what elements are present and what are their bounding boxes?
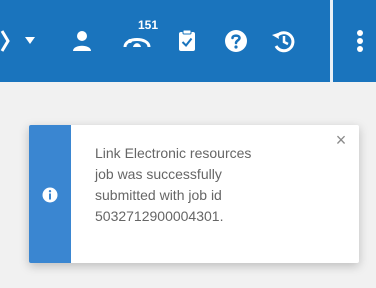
- toast-message-line: Link Electronic resources: [95, 145, 252, 161]
- clipboard-check-icon[interactable]: [172, 24, 202, 58]
- toast-accent-strip: [29, 125, 71, 263]
- help-icon[interactable]: [220, 24, 252, 58]
- toolbar-divider: [330, 0, 333, 82]
- notification-icon[interactable]: 151: [118, 16, 162, 58]
- chevron-right-icon[interactable]: [0, 24, 14, 58]
- notification-badge[interactable]: 151: [134, 16, 162, 34]
- toast-message-line: 5032712900004301.: [95, 208, 224, 224]
- toast-message: Link Electronic resources job was succes…: [95, 143, 320, 227]
- caret-down-icon[interactable]: [20, 24, 40, 58]
- more-vertical-icon[interactable]: [348, 24, 372, 58]
- info-icon: [42, 187, 58, 203]
- success-toast: Link Electronic resources job was succes…: [29, 125, 359, 263]
- toast-message-line: job was successfully: [95, 166, 222, 182]
- user-icon[interactable]: [66, 24, 98, 58]
- top-toolbar: 151: [0, 0, 376, 82]
- close-icon[interactable]: ×: [332, 131, 350, 149]
- toast-message-line: submitted with job id: [95, 187, 222, 203]
- history-icon[interactable]: [268, 24, 300, 58]
